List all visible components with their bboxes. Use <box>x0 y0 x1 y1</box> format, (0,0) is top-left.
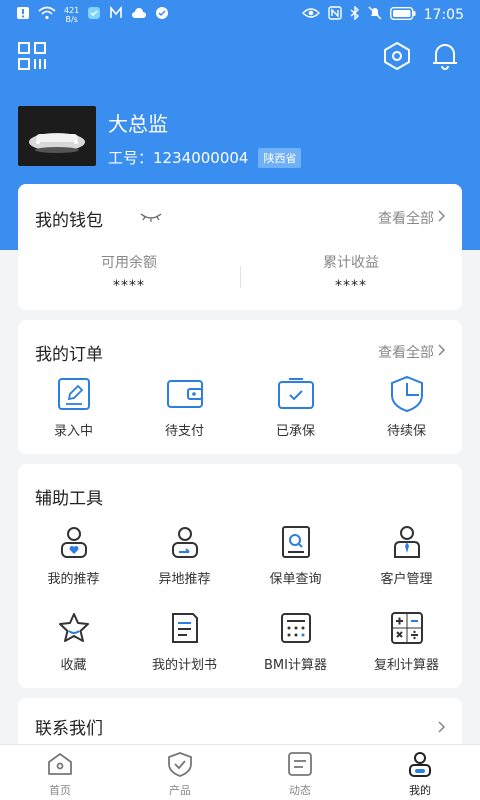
avatar[interactable] <box>18 106 96 166</box>
chevron-right-icon <box>438 344 446 360</box>
order-status-label: 录入中 <box>53 424 93 439</box>
shield-pie-icon <box>387 374 427 414</box>
user-tie-icon <box>387 522 427 562</box>
tab-news[interactable]: 动态 <box>240 751 360 798</box>
wifi-icon <box>38 6 56 24</box>
tool-favorites[interactable]: 收藏 <box>18 608 129 673</box>
wallet-view-all-link[interactable]: 查看全部 <box>378 208 446 228</box>
settings-button[interactable] <box>379 40 415 76</box>
app-m-icon <box>109 5 123 24</box>
order-status-renewal[interactable]: 待续保 <box>351 374 462 439</box>
net-speed: 421 B/s <box>64 6 80 24</box>
tab-mine[interactable]: 我的 <box>360 751 480 798</box>
employee-id: 1234000004 <box>153 148 249 167</box>
orders-view-all-link[interactable]: 查看全部 <box>378 342 446 362</box>
qr-scan-button[interactable] <box>14 40 50 76</box>
bottom-tab-bar: 首页 产品 动态 我的 <box>0 744 480 800</box>
qr-code-icon <box>17 41 47 75</box>
wallet-card: 我的钱包 查看全部 可用余额 **** 累计收益 **** <box>18 184 462 310</box>
order-status-entering[interactable]: 录入中 <box>18 374 129 439</box>
hexagon-settings-icon <box>382 41 412 75</box>
tool-customer-management[interactable]: 客户管理 <box>351 522 462 587</box>
employee-id-label: 工号： <box>108 149 154 167</box>
tool-policy-search[interactable]: 保单查询 <box>240 522 351 587</box>
tool-label: 我的推荐 <box>47 572 100 587</box>
status-bar: 421 B/s 17:05 <box>0 0 480 30</box>
notification-icon <box>16 6 30 24</box>
calculator-icon <box>276 608 316 648</box>
tab-label: 产品 <box>169 784 191 797</box>
total-earnings[interactable]: 累计收益 **** <box>240 252 462 294</box>
bell-icon <box>430 41 460 75</box>
cloud-icon <box>131 7 147 23</box>
tools-card: 辅助工具 我的推荐 异地推荐 保单查询 客户管理 收藏 我的计划书 BMI计算器… <box>18 464 462 688</box>
eye-icon <box>301 7 320 23</box>
order-status-label: 待续保 <box>386 424 426 439</box>
orders-view-all-label: 查看全部 <box>378 345 434 361</box>
wallet-icon <box>165 374 205 414</box>
total-earnings-value: **** <box>335 278 367 294</box>
tab-label: 我的 <box>409 784 431 797</box>
bluetooth-icon <box>350 5 360 24</box>
region-badge: 陕西省 <box>258 147 302 168</box>
tab-label: 首页 <box>49 784 71 797</box>
edit-icon <box>54 374 94 414</box>
available-balance[interactable]: 可用余额 **** <box>18 252 240 294</box>
plan-book-icon <box>165 608 205 648</box>
eye-closed-icon[interactable] <box>140 208 162 227</box>
notifications-button[interactable] <box>427 40 463 76</box>
order-status-unpaid[interactable]: 待支付 <box>129 374 240 439</box>
order-status-insured[interactable]: 已承保 <box>240 374 351 439</box>
star-icon <box>54 608 94 648</box>
total-earnings-label: 累计收益 <box>323 255 379 271</box>
chevron-right-icon <box>438 210 446 226</box>
list-icon <box>286 752 314 781</box>
orders-card: 我的订单 查看全部 录入中 待支付 已承保 待续保 <box>18 320 462 454</box>
available-balance-value: **** <box>113 278 145 294</box>
tool-my-recommendations[interactable]: 我的推荐 <box>18 522 129 587</box>
nfc-icon <box>327 6 342 24</box>
check-box-icon <box>276 374 316 414</box>
tool-my-plans[interactable]: 我的计划书 <box>129 608 240 673</box>
tool-label: BMI计算器 <box>264 658 327 673</box>
wallet-title: 我的钱包 <box>35 211 103 231</box>
policy-search-icon <box>276 522 316 562</box>
battery-icon <box>389 6 416 24</box>
order-status-label: 已承保 <box>275 424 315 439</box>
user-heart-icon <box>54 522 94 562</box>
tools-title: 辅助工具 <box>35 489 103 509</box>
security-icon <box>155 6 169 24</box>
app-shield-icon <box>87 6 101 24</box>
profile-icon <box>406 752 434 781</box>
tool-label: 复利计算器 <box>373 658 439 673</box>
tab-home[interactable]: 首页 <box>0 751 120 798</box>
tool-label: 保单查询 <box>269 572 322 587</box>
contact-us-title: 联系我们 <box>35 719 103 739</box>
mute-icon <box>368 6 382 24</box>
user-name: 大总监 <box>108 112 168 136</box>
profile-section[interactable]: 大总监 工号： 1234000004 陕西省 <box>18 106 302 168</box>
tool-remote-recommendations[interactable]: 异地推荐 <box>129 522 240 587</box>
tool-label: 客户管理 <box>380 572 433 587</box>
chevron-right-icon <box>438 718 446 737</box>
home-icon <box>46 753 74 781</box>
clock: 17:05 <box>423 7 464 23</box>
tool-compound-calculator[interactable]: 复利计算器 <box>351 608 462 673</box>
tool-label: 我的计划书 <box>151 658 217 673</box>
tab-products[interactable]: 产品 <box>120 751 240 798</box>
available-balance-label: 可用余额 <box>101 255 157 271</box>
math-calculator-icon <box>387 608 427 648</box>
wallet-view-all-label: 查看全部 <box>378 211 434 227</box>
tool-bmi-calculator[interactable]: BMI计算器 <box>240 608 351 673</box>
tool-label: 异地推荐 <box>158 572 211 587</box>
shield-check-icon <box>166 752 194 781</box>
tab-label: 动态 <box>289 784 311 797</box>
orders-title: 我的订单 <box>35 345 103 365</box>
order-status-label: 待支付 <box>164 424 204 439</box>
user-arrow-icon <box>165 522 205 562</box>
tool-label: 收藏 <box>60 658 87 673</box>
